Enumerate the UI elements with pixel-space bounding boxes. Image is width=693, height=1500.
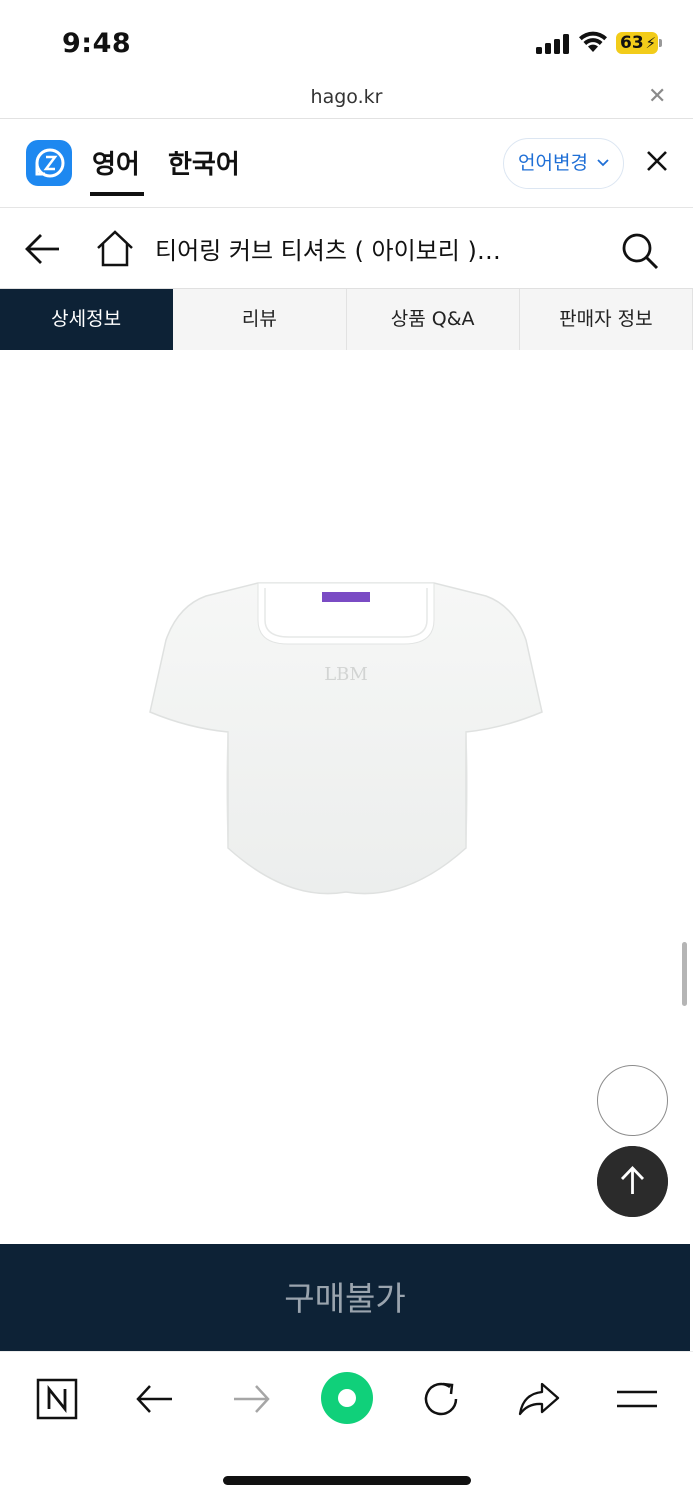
product-image-tshirt: LBM	[149, 582, 543, 895]
naver-n-icon[interactable]	[32, 1374, 82, 1424]
cellular-signal-icon	[536, 34, 569, 54]
tab-seller-info[interactable]: 판매자 정보	[519, 289, 693, 351]
brand-label-tag	[322, 592, 370, 602]
status-time: 9:48	[62, 28, 132, 59]
tab-qna[interactable]: 상품 Q&A	[346, 289, 520, 351]
translate-bar: 영어 한국어 언어변경	[0, 120, 693, 208]
reload-icon[interactable]	[416, 1374, 466, 1424]
status-bar: 9:48 63 ⚡	[0, 0, 693, 84]
lang-source-tab[interactable]: 영어	[92, 144, 140, 181]
language-change-button[interactable]: 언어변경	[503, 138, 624, 189]
lang-target-tab[interactable]: 한국어	[168, 144, 240, 181]
purchase-unavailable-button[interactable]: 구매불가	[0, 1272, 690, 1320]
charging-bolt-icon: ⚡	[645, 34, 656, 52]
share-icon[interactable]	[514, 1374, 564, 1424]
tab-review[interactable]: 리뷰	[173, 289, 347, 351]
page-scrollbar[interactable]	[682, 942, 687, 1006]
url-text[interactable]: hago.kr	[0, 86, 693, 108]
floating-blank-button[interactable]	[597, 1065, 668, 1136]
arrow-left-icon[interactable]	[24, 232, 62, 266]
battery-tip	[659, 39, 662, 47]
browser-toolbar	[0, 1351, 693, 1500]
menu-icon[interactable]	[612, 1374, 662, 1424]
language-change-label: 언어변경	[518, 152, 588, 174]
battery-icon: 63 ⚡	[616, 32, 658, 54]
product-title: 티어링 커브 티셔츠 ( 아이보리 )…	[155, 237, 501, 265]
url-close-icon[interactable]: ✕	[648, 84, 666, 109]
url-bar[interactable]: hago.kr ✕	[0, 84, 693, 119]
product-tabs: 상세정보 리뷰 상품 Q&A 판매자 정보	[0, 288, 693, 351]
browser-back-icon[interactable]	[130, 1374, 180, 1424]
close-translate-icon[interactable]	[644, 148, 670, 174]
battery-level: 63	[620, 33, 644, 53]
product-detail-content: LBM	[0, 350, 693, 1244]
browser-forward-icon[interactable]	[226, 1374, 276, 1424]
papago-logo-icon	[26, 140, 72, 186]
wifi-icon	[579, 31, 607, 52]
product-header: 티어링 커브 티셔츠 ( 아이보리 )…	[0, 209, 693, 289]
tshirt-logo-text: LBM	[324, 664, 368, 685]
chevron-down-icon	[597, 159, 609, 167]
home-indicator[interactable]	[223, 1476, 471, 1485]
tab-detail[interactable]: 상세정보	[0, 289, 174, 351]
naver-green-dot-icon[interactable]	[319, 1370, 375, 1426]
scroll-top-button[interactable]	[597, 1146, 668, 1217]
search-icon[interactable]	[620, 231, 660, 271]
lang-active-underline	[90, 192, 144, 196]
home-icon[interactable]	[96, 229, 134, 267]
buy-bar[interactable]: 구매불가	[0, 1244, 690, 1351]
